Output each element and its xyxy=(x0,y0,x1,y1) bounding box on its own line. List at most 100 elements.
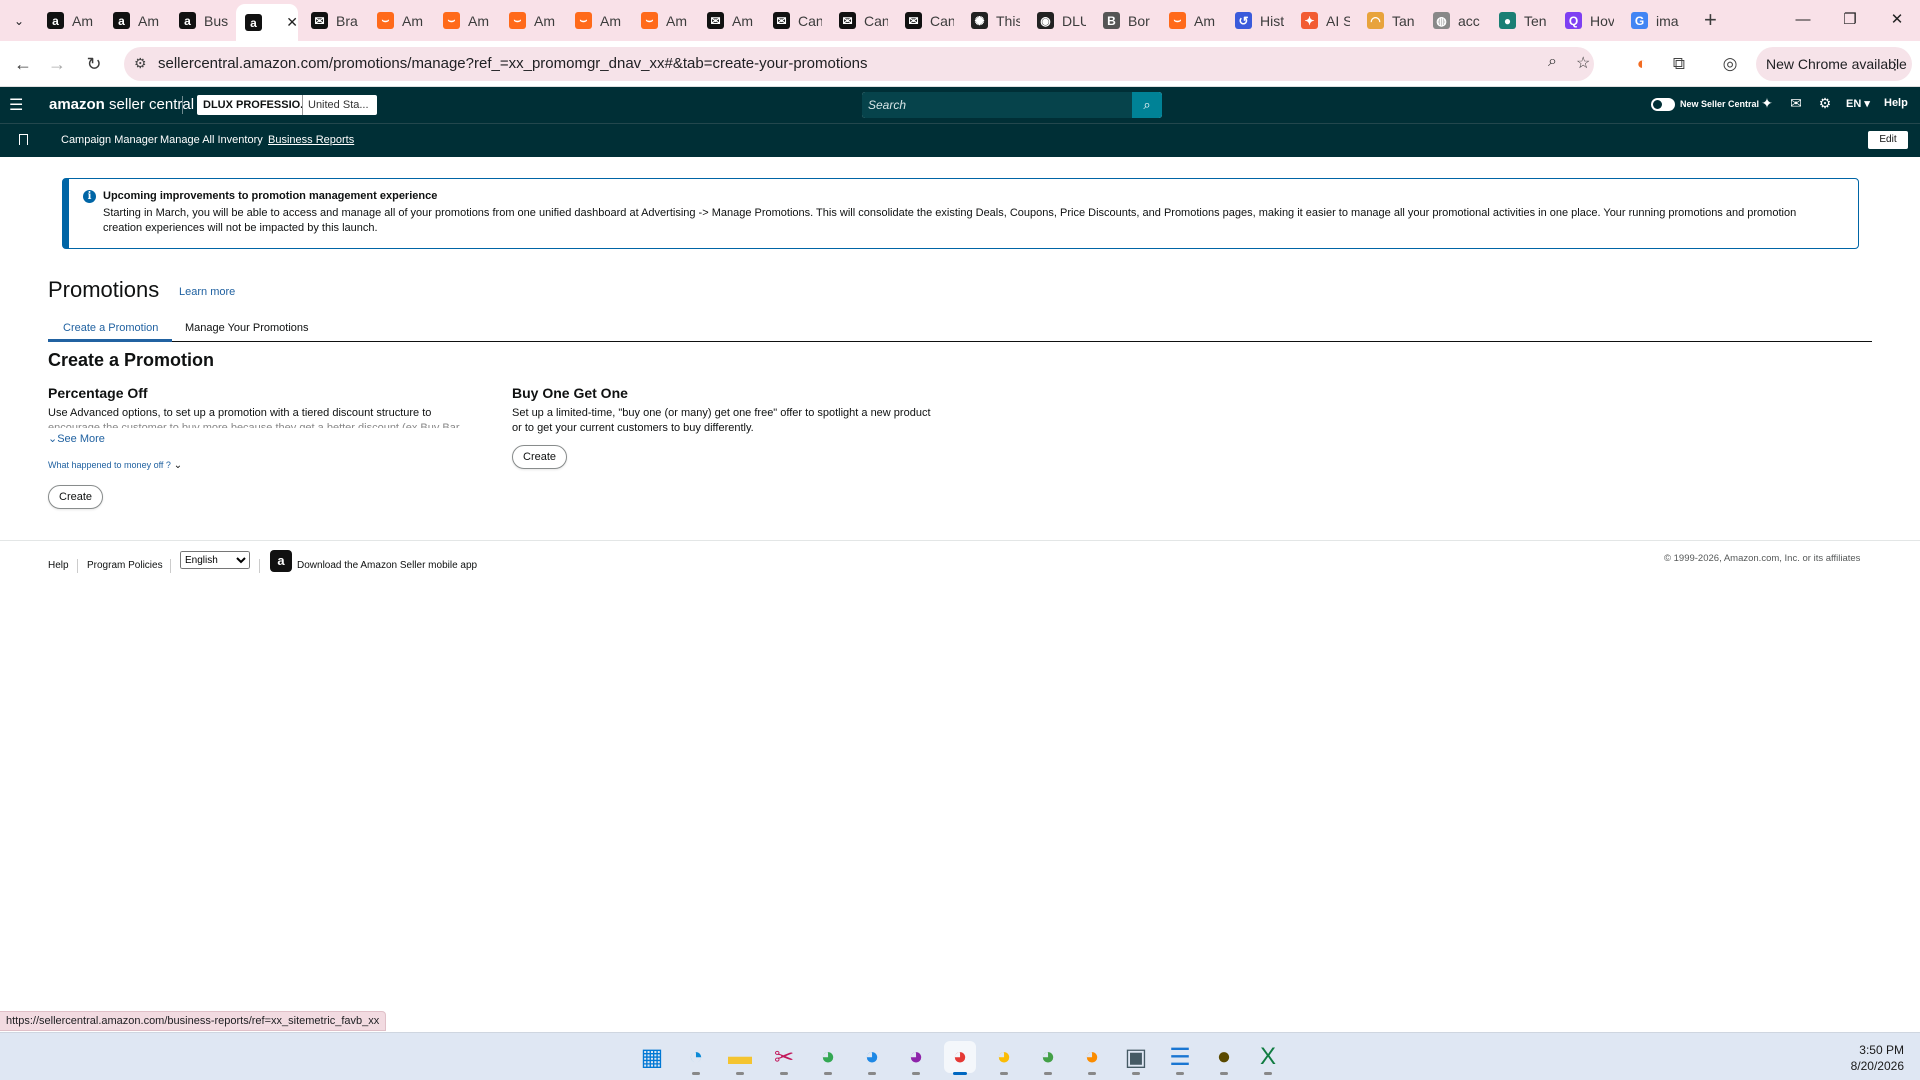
create-percentage-off-button[interactable]: Create xyxy=(48,485,104,509)
tab-create-a-promotion[interactable]: Create a Promotion xyxy=(48,322,173,342)
tab-search-dropdown-icon[interactable]: ⌄ xyxy=(8,10,30,32)
see-more-link[interactable]: ⌄See More xyxy=(48,432,105,445)
browser-tab[interactable]: ✉ Can xyxy=(830,6,892,35)
browser-tab[interactable]: Q Hov xyxy=(1556,6,1618,35)
browser-tab[interactable]: a Bus xyxy=(170,6,232,35)
browser-tab[interactable]: ⌣ Am xyxy=(566,6,628,35)
browser-tab[interactable]: ⌣ Am xyxy=(434,6,496,35)
chrome-profile-icon[interactable]: ◕ xyxy=(856,1041,888,1075)
hamburger-menu-icon[interactable]: ☰ xyxy=(9,95,27,115)
new-chrome-available-button[interactable]: New Chrome available ⋮ xyxy=(1756,47,1912,81)
footer-program-policies-link[interactable]: Program Policies xyxy=(87,560,163,571)
new-tab-button[interactable]: + xyxy=(1704,7,1717,33)
chrome-profile-icon[interactable]: ◕ xyxy=(1076,1041,1108,1075)
tab-title: Hov xyxy=(1590,12,1614,29)
running-indicator xyxy=(1220,1072,1228,1075)
footer-language-select[interactable]: English xyxy=(180,551,250,569)
chrome-active-icon[interactable]: ◕ xyxy=(944,1041,976,1075)
back-icon[interactable]: ← xyxy=(8,49,38,79)
chrome-profile-icon[interactable]: ◕ xyxy=(900,1041,932,1075)
footer-help-link[interactable]: Help xyxy=(48,560,69,571)
system-clock[interactable]: 3:50 PM 8/20/2026 xyxy=(1840,1042,1904,1074)
edit-bookmarks-button[interactable]: Edit xyxy=(1868,131,1908,149)
help-link[interactable]: Help xyxy=(1884,97,1908,109)
bookmark-campaign-manager[interactable]: Campaign Manager xyxy=(61,134,158,146)
reload-icon[interactable]: ↻ xyxy=(79,49,109,79)
browser-tab[interactable]: ✉ Bra xyxy=(302,6,364,35)
browser-tab[interactable]: ✉ Can xyxy=(764,6,826,35)
notepad-icon[interactable]: ☰ xyxy=(1164,1041,1196,1075)
kebab-menu-icon[interactable]: ⋮ xyxy=(1888,47,1902,81)
search-button[interactable]: ⌕ xyxy=(1132,92,1162,118)
extensions-puzzle-icon[interactable]: ⧉ xyxy=(1664,49,1694,79)
language-selector[interactable]: EN ▾ xyxy=(1846,97,1870,110)
browser-tab[interactable]: ✉ Can xyxy=(896,6,958,35)
browser-tab[interactable]: ◉ DLU xyxy=(1028,6,1090,35)
browser-tab[interactable]: a ✕ xyxy=(236,4,298,41)
terminal-icon[interactable]: ▣ xyxy=(1120,1041,1152,1075)
search-input[interactable] xyxy=(862,92,1132,118)
chat-icon[interactable]: ● xyxy=(1208,1041,1240,1075)
tab-title: Am xyxy=(600,12,621,29)
browser-tab[interactable]: ⌣ Am xyxy=(1160,6,1222,35)
browser-tab[interactable]: ✉ Am xyxy=(698,6,760,35)
minimize-icon[interactable]: — xyxy=(1780,0,1826,40)
browser-tab[interactable]: ✦ AI S xyxy=(1292,6,1354,35)
tab-title: Am xyxy=(666,12,687,29)
bookmark-icon[interactable] xyxy=(19,134,28,145)
history-icon: ↺ xyxy=(1235,12,1252,29)
leaf-icon: ● xyxy=(1499,12,1516,29)
snipping-tool-icon[interactable]: ✂ xyxy=(768,1041,800,1075)
restore-icon[interactable]: ❐ xyxy=(1827,0,1873,40)
browser-tab[interactable]: a Am xyxy=(38,6,100,35)
clock-date: 8/20/2026 xyxy=(1850,1059,1904,1073)
account-switcher[interactable]: DLUX PROFESSIO... United Sta... xyxy=(197,95,377,115)
chrome-icon[interactable]: ◕ xyxy=(988,1041,1020,1075)
start-icon[interactable]: ▦ xyxy=(636,1041,668,1073)
amazon-app-icon[interactable]: a xyxy=(270,550,292,572)
file-explorer-icon[interactable]: ▬ xyxy=(724,1041,756,1075)
forward-icon[interactable]: → xyxy=(42,49,72,79)
browser-tab[interactable]: ◠ Tan xyxy=(1358,6,1420,35)
close-tab-icon[interactable]: ✕ xyxy=(286,14,298,31)
download-app-link[interactable]: Download the Amazon Seller mobile app xyxy=(297,560,477,571)
app-glyph: ◕ xyxy=(864,1043,880,1070)
address-bar[interactable]: ⚙ sellercentral.amazon.com/promotions/ma… xyxy=(124,47,1594,81)
browser-tab[interactable]: a Am xyxy=(104,6,166,35)
bookmark-manage-all-inventory[interactable]: Manage All Inventory xyxy=(160,134,263,146)
extension-icon[interactable]: ◐ xyxy=(1627,49,1657,79)
bookmark-star-icon[interactable]: ☆ xyxy=(1576,53,1590,73)
new-seller-central-toggle[interactable] xyxy=(1651,98,1675,111)
close-window-icon[interactable]: ✕ xyxy=(1874,0,1920,40)
zoom-icon[interactable]: ⌕ xyxy=(1548,53,1557,71)
site-info-icon[interactable]: ⚙ xyxy=(134,55,147,72)
chrome-profile-icon[interactable]: ◕ xyxy=(812,1041,844,1075)
profile-icon[interactable]: ◎ xyxy=(1715,49,1745,79)
browser-tab[interactable]: ⌣ Am xyxy=(368,6,430,35)
seller-central-logo[interactable]: amazon seller central xyxy=(49,96,194,113)
learn-more-link[interactable]: Learn more xyxy=(179,286,235,298)
settings-gear-icon[interactable]: ⚙ xyxy=(1816,95,1834,112)
browser-tab[interactable]: ⌣ Am xyxy=(632,6,694,35)
browser-tab[interactable]: ⌣ Am xyxy=(500,6,562,35)
money-off-link[interactable]: What happened to money off ? ⌄ xyxy=(48,460,182,471)
excel-icon[interactable]: X xyxy=(1252,1041,1284,1075)
edge-icon[interactable]: ◔ xyxy=(680,1041,712,1075)
mail-icon: ✉ xyxy=(905,12,922,29)
browser-tab[interactable]: ✺ This xyxy=(962,6,1024,35)
browser-tab[interactable]: ↺ Hist xyxy=(1226,6,1288,35)
url-text[interactable]: sellercentral.amazon.com/promotions/mana… xyxy=(158,55,868,72)
sparkle-icon[interactable]: ✦ xyxy=(1758,95,1776,112)
app-glyph: ◕ xyxy=(952,1043,968,1070)
browser-tab[interactable]: B Bor xyxy=(1094,6,1156,35)
bookmark-business-reports[interactable]: Business Reports xyxy=(268,134,354,146)
divider xyxy=(259,559,260,573)
browser-tab[interactable]: ◍ acc xyxy=(1424,6,1486,35)
chrome-profile-icon[interactable]: ◕ xyxy=(1032,1041,1064,1075)
create-bogo-button[interactable]: Create xyxy=(512,445,568,469)
percentage-off-title: Percentage Off xyxy=(48,385,148,401)
tab-manage-your-promotions[interactable]: Manage Your Promotions xyxy=(185,322,309,334)
messages-icon[interactable]: ✉ xyxy=(1787,95,1805,112)
browser-tab[interactable]: Gima xyxy=(1622,6,1684,35)
browser-tab[interactable]: ● Ten xyxy=(1490,6,1552,35)
